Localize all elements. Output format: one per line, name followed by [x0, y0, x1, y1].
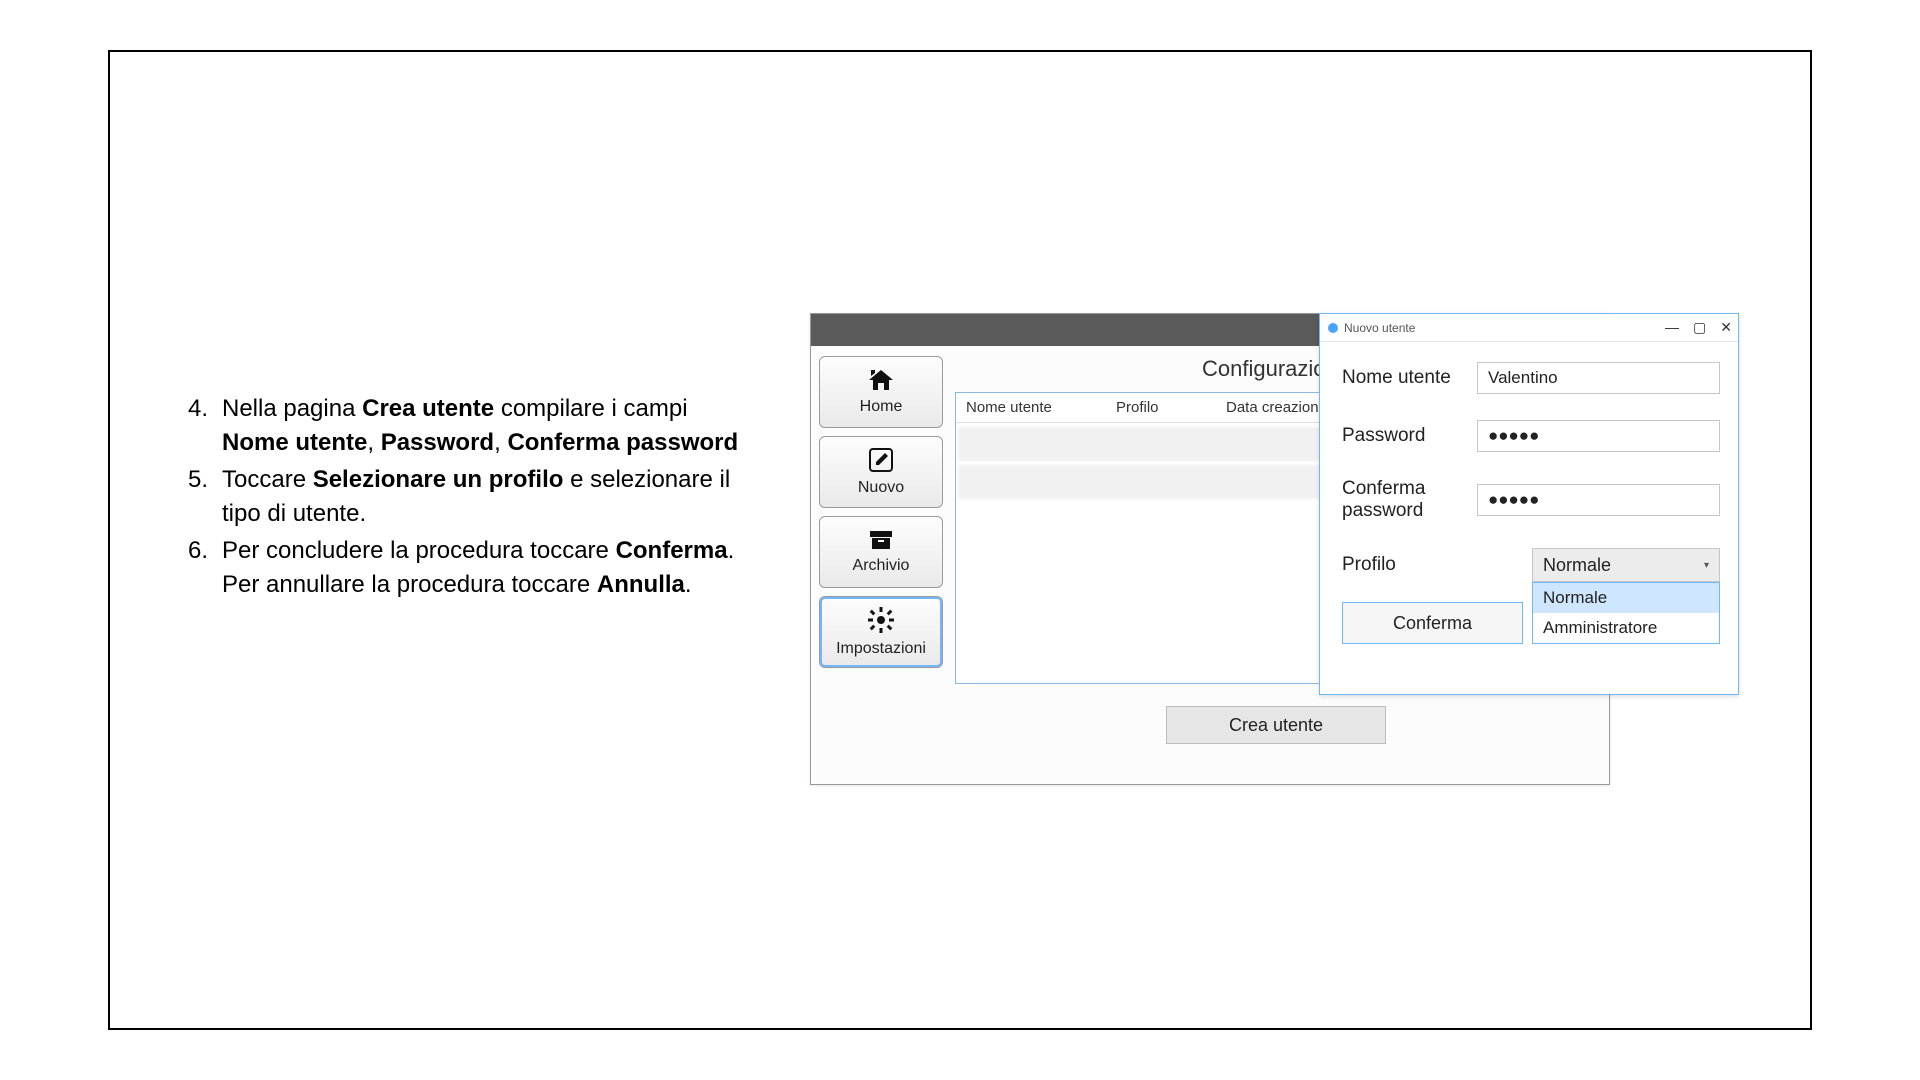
row-password: Password: [1342, 420, 1720, 452]
close-button[interactable]: ✕: [1720, 319, 1732, 336]
maximize-button[interactable]: ▢: [1693, 319, 1706, 336]
label-username: Nome utente: [1342, 367, 1477, 389]
sidebar-label: Archivio: [853, 557, 910, 575]
dropdown-option-amministratore[interactable]: Amministratore: [1533, 613, 1719, 643]
dialog-titlebar: Nuovo utente — ▢ ✕: [1320, 314, 1738, 342]
instruction-item-6: 6. Per concludere la procedura toccare C…: [180, 534, 760, 601]
minimize-button[interactable]: —: [1665, 319, 1679, 336]
col-username: Nome utente: [956, 393, 1106, 422]
row-profile: Profilo Normale ▾ Normale Amministratore: [1342, 548, 1720, 582]
sidebar-label: Impostazioni: [836, 640, 926, 658]
item-text: Nella pagina Crea utente compilare i cam…: [222, 392, 760, 459]
edit-icon: [868, 447, 894, 477]
dialog-body: Nome utente Password Conferma password P…: [1320, 342, 1738, 654]
label-confirm-password: Conferma password: [1342, 478, 1477, 522]
col-profile: Profilo: [1106, 393, 1216, 422]
document-page: 4. Nella pagina Crea utente compilare i …: [108, 50, 1812, 1030]
sidebar-label: Nuovo: [858, 479, 904, 497]
sidebar: Home Nuovo Archivio: [811, 346, 951, 784]
dialog-title: Nuovo utente: [1344, 321, 1415, 335]
sidebar-nuovo-button[interactable]: Nuovo: [819, 436, 943, 508]
item-number: 5.: [180, 463, 222, 530]
row-confirm-password: Conferma password: [1342, 478, 1720, 522]
item-number: 6.: [180, 534, 222, 601]
row-username: Nome utente: [1342, 362, 1720, 394]
instruction-item-4: 4. Nella pagina Crea utente compilare i …: [180, 392, 760, 459]
label-password: Password: [1342, 425, 1477, 447]
sidebar-archivio-button[interactable]: Archivio: [819, 516, 943, 588]
window-controls: — ▢ ✕: [1665, 319, 1732, 336]
item-text: Per concludere la procedura toccare Conf…: [222, 534, 760, 601]
instruction-item-5: 5. Toccare Selezionare un profilo e sele…: [180, 463, 760, 530]
app-icon: [1328, 323, 1338, 333]
archive-icon: [868, 529, 894, 555]
item-text: Toccare Selezionare un profilo e selezio…: [222, 463, 760, 530]
instruction-list: 4. Nella pagina Crea utente compilare i …: [180, 392, 760, 606]
select-profile[interactable]: Normale ▾ Normale Amministratore: [1532, 548, 1720, 582]
sidebar-impostazioni-button[interactable]: Impostazioni: [819, 596, 943, 668]
sidebar-home-button[interactable]: Home: [819, 356, 943, 428]
item-number: 4.: [180, 392, 222, 459]
input-password[interactable]: [1477, 420, 1720, 452]
create-user-button[interactable]: Crea utente: [1166, 706, 1386, 744]
profile-dropdown: Normale Amministratore: [1532, 582, 1720, 644]
label-profile: Profilo: [1342, 554, 1532, 576]
select-value: Normale: [1543, 555, 1611, 576]
home-icon: [867, 368, 895, 396]
sidebar-label: Home: [860, 398, 903, 416]
input-username[interactable]: [1477, 362, 1720, 394]
confirm-button[interactable]: Conferma: [1342, 602, 1523, 644]
chevron-down-icon: ▾: [1704, 560, 1709, 571]
gear-icon: [867, 606, 895, 638]
input-confirm-password[interactable]: [1477, 484, 1720, 516]
dropdown-option-normale[interactable]: Normale: [1533, 583, 1719, 613]
new-user-dialog: Nuovo utente — ▢ ✕ Nome utente Password …: [1319, 313, 1739, 695]
